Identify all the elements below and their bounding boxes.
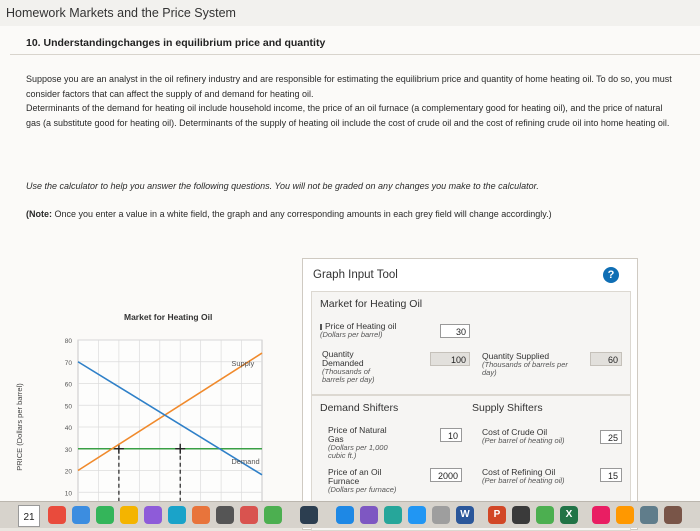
note-text: Once you enter a value in a white field,…: [52, 209, 552, 219]
calculator-instructions: Use the calculator to help you answer th…: [26, 181, 539, 191]
app-orange-icon[interactable]: [192, 506, 210, 524]
app-red-icon[interactable]: [48, 506, 66, 524]
refine-label-block: Cost of Refining Oil (Per barrel of heat…: [482, 468, 570, 485]
app-purple-icon[interactable]: [144, 506, 162, 524]
market-chart[interactable]: 0102030405060708020406080100120140160PRI…: [0, 264, 300, 526]
qd-unit: (Thousands of barrels per day): [322, 367, 375, 384]
crude-label-block: Cost of Crude Oil (Per barrel of heating…: [482, 428, 570, 445]
app-yellow-icon[interactable]: [120, 506, 138, 524]
app-settings-icon[interactable]: [432, 506, 450, 524]
intro-paragraph: Suppose you are an analyst in the oil re…: [26, 74, 672, 99]
demand-shifters-title: Demand Shifters: [320, 402, 399, 414]
supply-shifters-title: Supply Shifters: [472, 402, 543, 414]
app-brown-icon[interactable]: [664, 506, 682, 524]
word-icon[interactable]: W: [456, 506, 474, 524]
app-teal-icon[interactable]: [168, 506, 186, 524]
app-green-icon[interactable]: [96, 506, 114, 524]
app-music-icon[interactable]: [336, 506, 354, 524]
app-bars-icon[interactable]: [264, 506, 282, 524]
qs-label-block: Quantity Supplied (Thousands of barrels …: [482, 352, 572, 377]
y-axis-label: PRICE (Dollars per barrel): [15, 383, 24, 471]
homework-sheet: 10. Understandingchanges in equilibrium …: [0, 26, 700, 531]
powerpoint-icon[interactable]: P: [488, 506, 506, 524]
series-label-demand: Demand: [231, 457, 259, 466]
crude-unit: (Per barrel of heating oil): [482, 436, 565, 445]
determinants-paragraph: Determinants of the demand for heating o…: [26, 103, 670, 128]
series-label-supply: Supply: [231, 359, 254, 368]
qd-field: 100: [430, 352, 470, 366]
market-chart-svg[interactable]: 0102030405060708020406080100120140160PRI…: [0, 264, 300, 526]
window-title: Homework Markets and the Price System: [6, 6, 236, 20]
price-input[interactable]: 30: [440, 324, 470, 338]
gas-label-block: Price of Natural Gas (Dollars per 1,000 …: [328, 426, 398, 460]
app-grey-icon[interactable]: [216, 506, 234, 524]
gas-unit: (Dollars per 1,000 cubic ft.): [328, 443, 388, 460]
window-titlebar: Homework Markets and the Price System: [0, 0, 700, 27]
chart-title: Market for Heating Oil: [124, 312, 213, 322]
app-maps-icon[interactable]: [384, 506, 402, 524]
gas-input[interactable]: 10: [440, 428, 462, 442]
refine-input[interactable]: 15: [600, 468, 622, 482]
y-tick-label: 40: [65, 425, 73, 432]
question-heading: 10. Understandingchanges in equilibrium …: [26, 37, 326, 49]
furnace-input[interactable]: 2000: [430, 468, 462, 482]
app-store-icon[interactable]: [408, 506, 426, 524]
app-photos-icon[interactable]: [360, 506, 378, 524]
gas-label: Price of Natural Gas: [328, 425, 387, 444]
app-black-icon[interactable]: [512, 506, 530, 524]
price-unit: (Dollars per barrel): [320, 330, 383, 339]
y-tick-label: 10: [65, 490, 73, 497]
price-label-block: Price of Heating oil (Dollars per barrel…: [320, 322, 430, 339]
market-section: Market for Heating Oil Price of Heating …: [311, 291, 631, 395]
refine-unit: (Per barrel of heating oil): [482, 476, 565, 485]
app-magenta-icon[interactable]: [592, 506, 610, 524]
y-tick-label: 60: [65, 382, 73, 389]
price-marker-icon: [320, 323, 322, 330]
heading-divider: [10, 54, 700, 55]
y-tick-label: 30: [65, 447, 73, 454]
help-icon[interactable]: ?: [603, 267, 619, 283]
qs-field: 60: [590, 352, 622, 366]
y-tick-label: 20: [65, 469, 73, 476]
app-facetime-icon[interactable]: [536, 506, 554, 524]
y-tick-label: 70: [65, 360, 73, 367]
qs-unit: (Thousands of barrels per day): [482, 360, 568, 377]
y-tick-label: 50: [65, 403, 73, 410]
tool-title: Graph Input Tool: [313, 269, 398, 281]
app-dark-icon[interactable]: [300, 506, 318, 524]
app-amber-icon[interactable]: [616, 506, 634, 524]
calendar-day: 21: [23, 512, 35, 523]
note-paragraph: (Note: Once you enter a value in a white…: [26, 207, 676, 222]
calendar-icon[interactable]: 21: [18, 505, 40, 527]
qd-label-block: Quantity Demanded (Thousands of barrels …: [322, 350, 394, 384]
graph-input-tool: Graph Input Tool ? Market for Heating Oi…: [302, 258, 638, 531]
market-section-title: Market for Heating Oil: [320, 298, 423, 310]
app-slate-icon[interactable]: [640, 506, 658, 524]
y-tick-label: 80: [65, 338, 73, 345]
furnace-label-block: Price of an Oil Furnace (Dollars per fur…: [328, 468, 408, 494]
app-blue-icon[interactable]: [72, 506, 90, 524]
taskbar: 21 W P X: [0, 501, 700, 528]
crude-input[interactable]: 25: [600, 430, 622, 444]
furnace-unit: (Dollars per furnace): [328, 485, 397, 494]
qd-label: Quantity Demanded: [322, 349, 364, 368]
note-label: (Note:: [26, 209, 52, 219]
app-pink-icon[interactable]: [240, 506, 258, 524]
excel-icon[interactable]: X: [560, 506, 578, 524]
furnace-label: Price of an Oil Furnace: [328, 467, 382, 486]
